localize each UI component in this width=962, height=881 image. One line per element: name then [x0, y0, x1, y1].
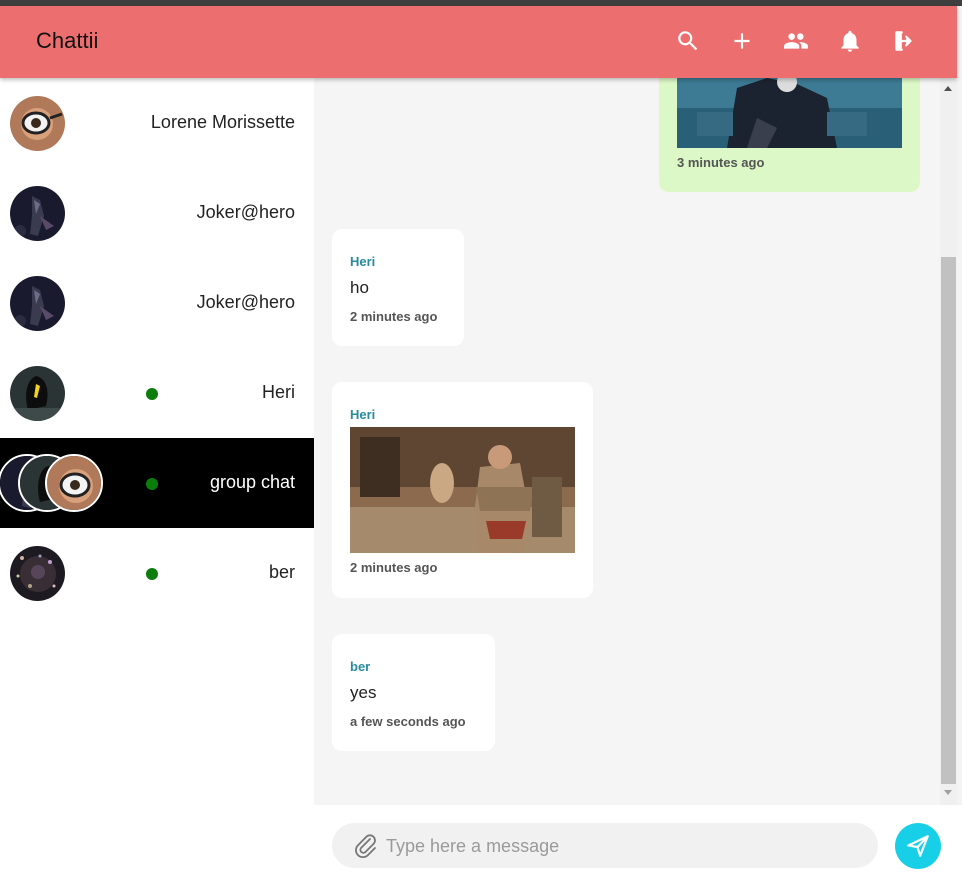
- group-avatar-3: [45, 454, 103, 512]
- contact-item[interactable]: Lorene Morissette: [0, 78, 314, 168]
- contacts-sidebar: Lorene Morissette Joker@hero Joker@hero …: [0, 78, 314, 881]
- app-bar-actions: [673, 26, 919, 56]
- contact-item[interactable]: ber: [0, 528, 314, 618]
- scroll-down-arrow-icon[interactable]: [944, 790, 952, 795]
- message-time: a few seconds ago: [350, 714, 466, 729]
- group-icon[interactable]: [781, 26, 811, 56]
- avatar: [10, 96, 65, 151]
- message-bubble: ber yes a few seconds ago: [332, 634, 495, 751]
- message-input-box: [332, 823, 878, 868]
- message-sender: Heri: [350, 254, 376, 269]
- scrollbar-thumb[interactable]: [941, 257, 956, 784]
- avatar: [10, 186, 65, 241]
- contact-name: ber: [268, 562, 295, 582]
- message-image[interactable]: [677, 78, 902, 148]
- message-composer: [314, 805, 962, 881]
- send-button[interactable]: [895, 823, 941, 869]
- message-image[interactable]: [350, 427, 575, 553]
- message-text: ho: [350, 278, 369, 297]
- window-right-edge: [957, 6, 962, 881]
- message-text: yes: [350, 683, 377, 702]
- message-sender: Heri: [350, 407, 376, 422]
- contact-item[interactable]: Heri: [0, 348, 314, 438]
- message-time: 3 minutes ago: [677, 155, 765, 170]
- contact-item-active[interactable]: group chat: [0, 438, 314, 528]
- contact-name: Joker@hero: [196, 202, 295, 222]
- contact-name: Lorene Morissette: [150, 112, 295, 132]
- online-indicator: [146, 568, 158, 580]
- message-bubble: Heri ho 2 minutes ago: [332, 229, 464, 346]
- message-time: 2 minutes ago: [350, 560, 438, 575]
- avatar: [10, 276, 65, 331]
- avatar: [10, 546, 65, 601]
- message-sender: ber: [350, 659, 371, 674]
- online-indicator: [146, 478, 158, 490]
- message-time: 2 minutes ago: [350, 309, 438, 324]
- message-bubble: Heri 2 minutes ago: [332, 382, 593, 598]
- search-icon[interactable]: [673, 26, 703, 56]
- attach-icon[interactable]: [354, 833, 378, 859]
- app-title: Chattii: [36, 28, 99, 53]
- avatar: [10, 366, 65, 421]
- online-indicator: [146, 388, 158, 400]
- scroll-up-arrow-icon[interactable]: [944, 86, 952, 91]
- bell-icon[interactable]: [835, 26, 865, 56]
- contact-name: Joker@hero: [196, 292, 295, 312]
- app-bar: Chattii: [0, 6, 957, 78]
- send-icon: [907, 835, 929, 857]
- contact-item[interactable]: Joker@hero: [0, 258, 314, 348]
- add-icon[interactable]: [727, 26, 757, 56]
- message-input[interactable]: [386, 831, 856, 861]
- message-bubble: 3 minutes ago: [659, 78, 920, 192]
- chat-area: 3 minutes ago Heri ho 2 minutes ago Heri…: [314, 78, 940, 805]
- logout-icon[interactable]: [889, 26, 919, 56]
- contact-item[interactable]: Joker@hero: [0, 168, 314, 258]
- chat-scrollbar[interactable]: [940, 78, 957, 805]
- contact-name: group chat: [209, 472, 295, 492]
- contact-name: Heri: [261, 382, 295, 402]
